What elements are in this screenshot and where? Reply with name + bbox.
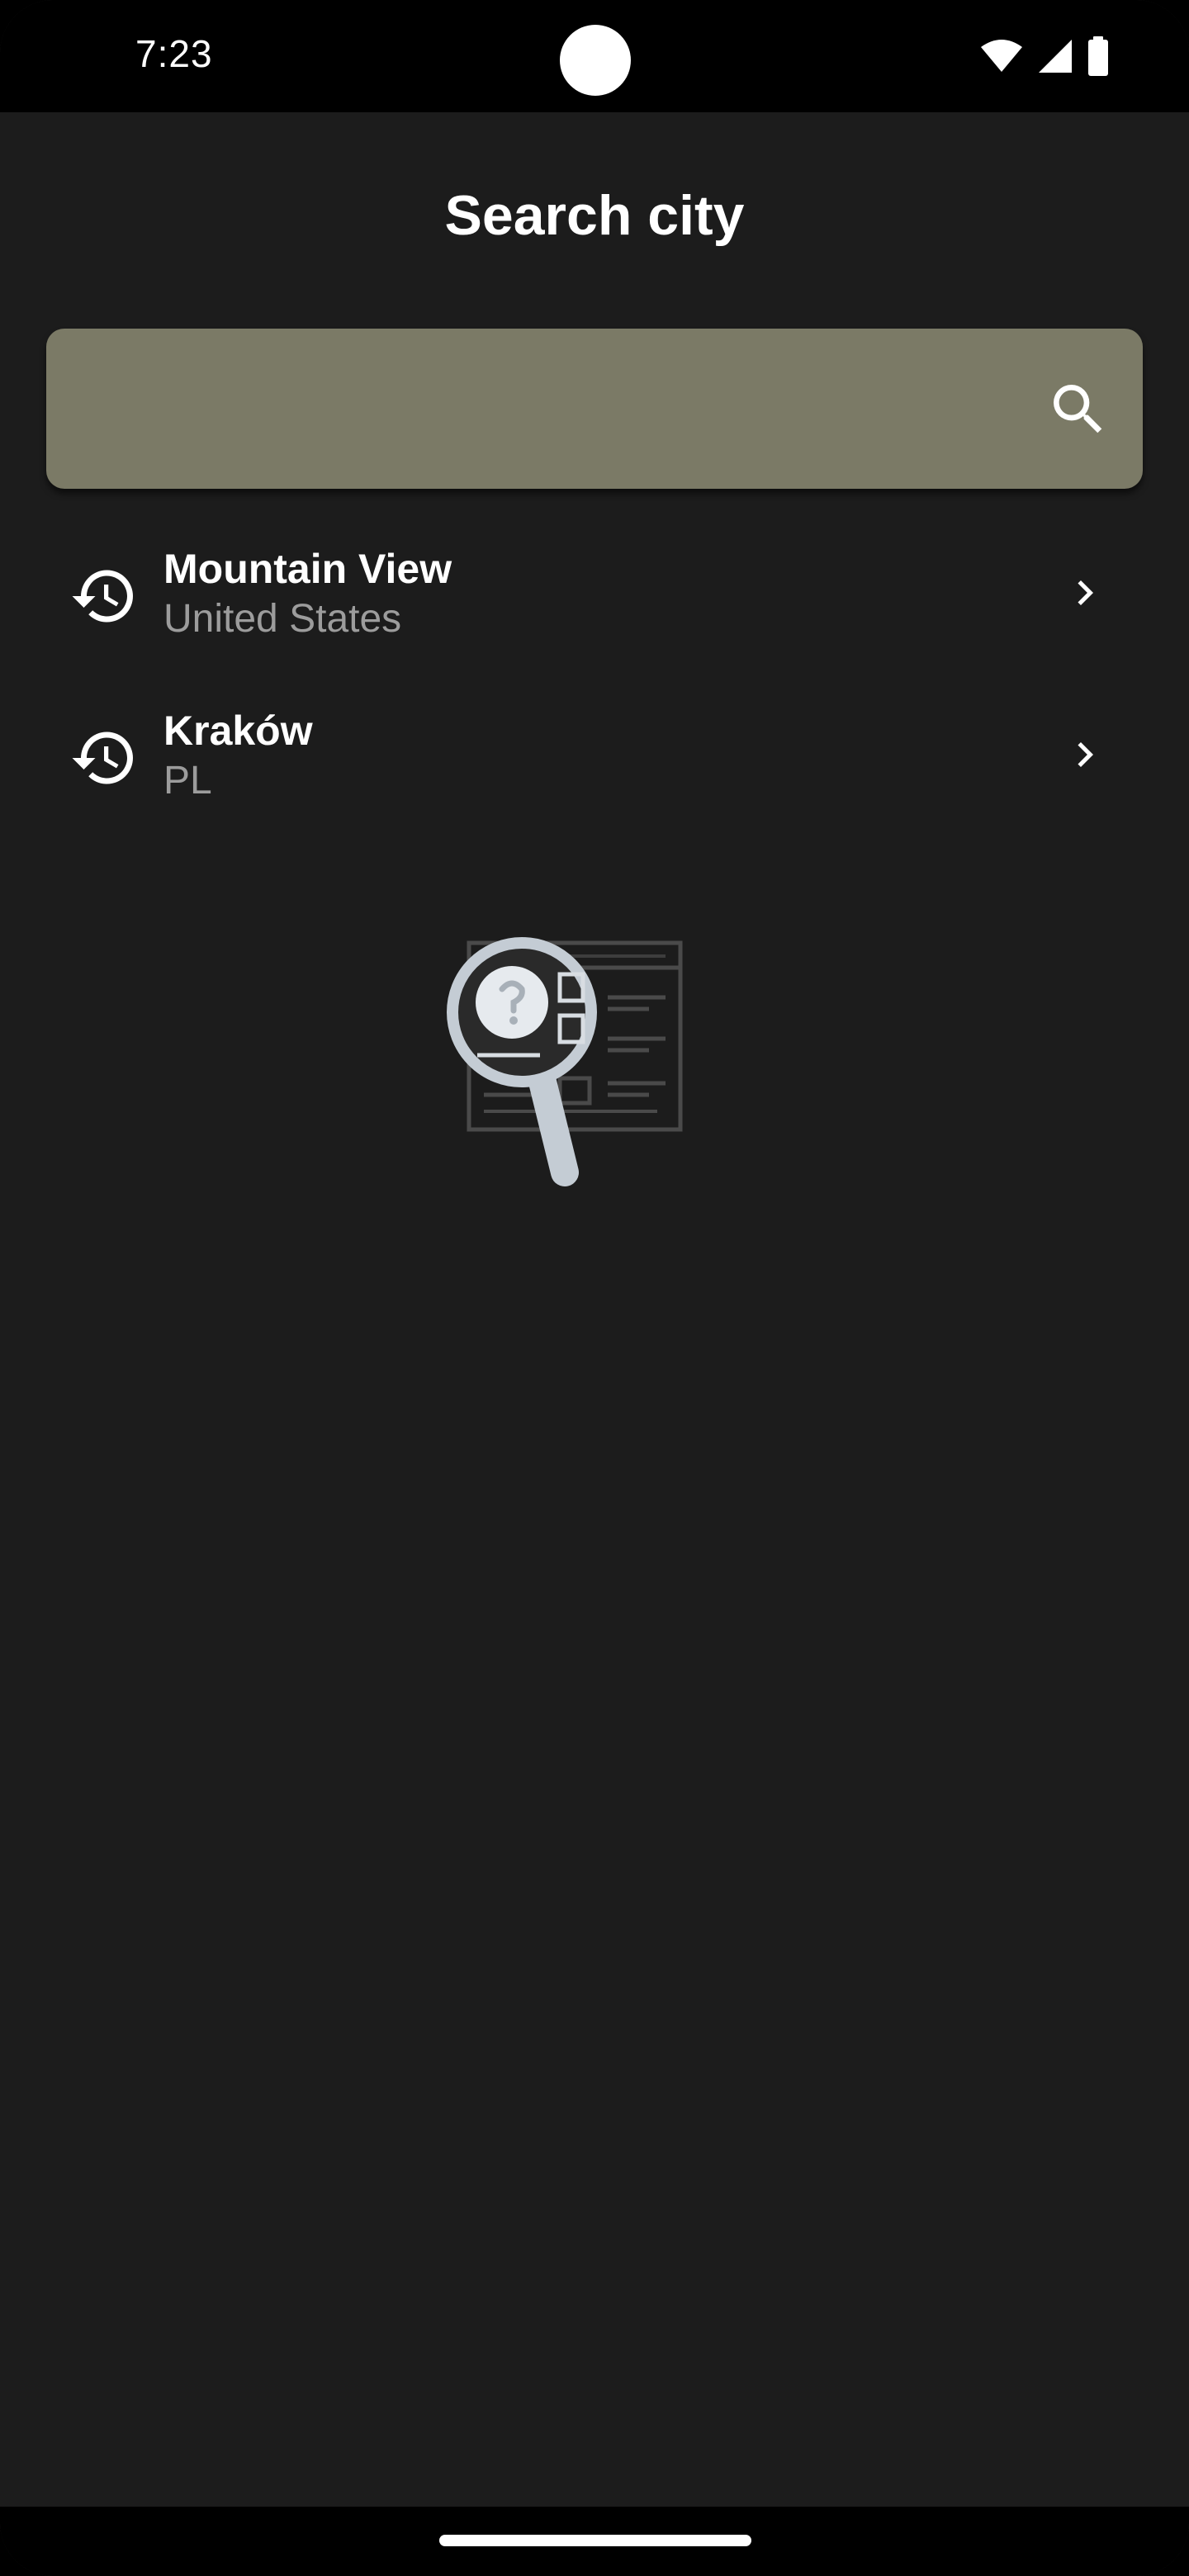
- status-bar: 7:23: [0, 0, 1189, 112]
- city-name: Mountain View: [163, 546, 452, 592]
- chevron-right-icon: [1078, 742, 1093, 767]
- list-item[interactable]: Mountain View United States: [0, 520, 1189, 682]
- recent-search-list: Mountain View United States Kraków PL: [0, 520, 1189, 844]
- app-screen: 7:23 Search city Mountain View United St…: [0, 0, 1189, 2576]
- search-box[interactable]: [46, 329, 1143, 490]
- wifi-icon: [979, 39, 1024, 73]
- page-title: Search city: [444, 184, 745, 247]
- camera-cutout: [560, 25, 631, 96]
- list-item[interactable]: Kraków PL: [0, 682, 1189, 844]
- history-icon: [72, 570, 133, 623]
- home-indicator[interactable]: [439, 2535, 751, 2546]
- country-name: United States: [163, 597, 402, 641]
- chevron-right-icon: [1078, 580, 1093, 605]
- status-icons: [979, 36, 1110, 76]
- history-icon: [72, 732, 133, 784]
- country-name: PL: [163, 759, 212, 803]
- search-icon[interactable]: [1045, 376, 1111, 443]
- magnifier-document-illustration: [447, 937, 683, 1186]
- search-input[interactable]: [76, 329, 988, 490]
- battery-icon: [1087, 36, 1110, 76]
- cellular-signal-icon: [1037, 38, 1073, 74]
- status-time: 7:23: [135, 32, 213, 75]
- city-name: Kraków: [163, 708, 313, 754]
